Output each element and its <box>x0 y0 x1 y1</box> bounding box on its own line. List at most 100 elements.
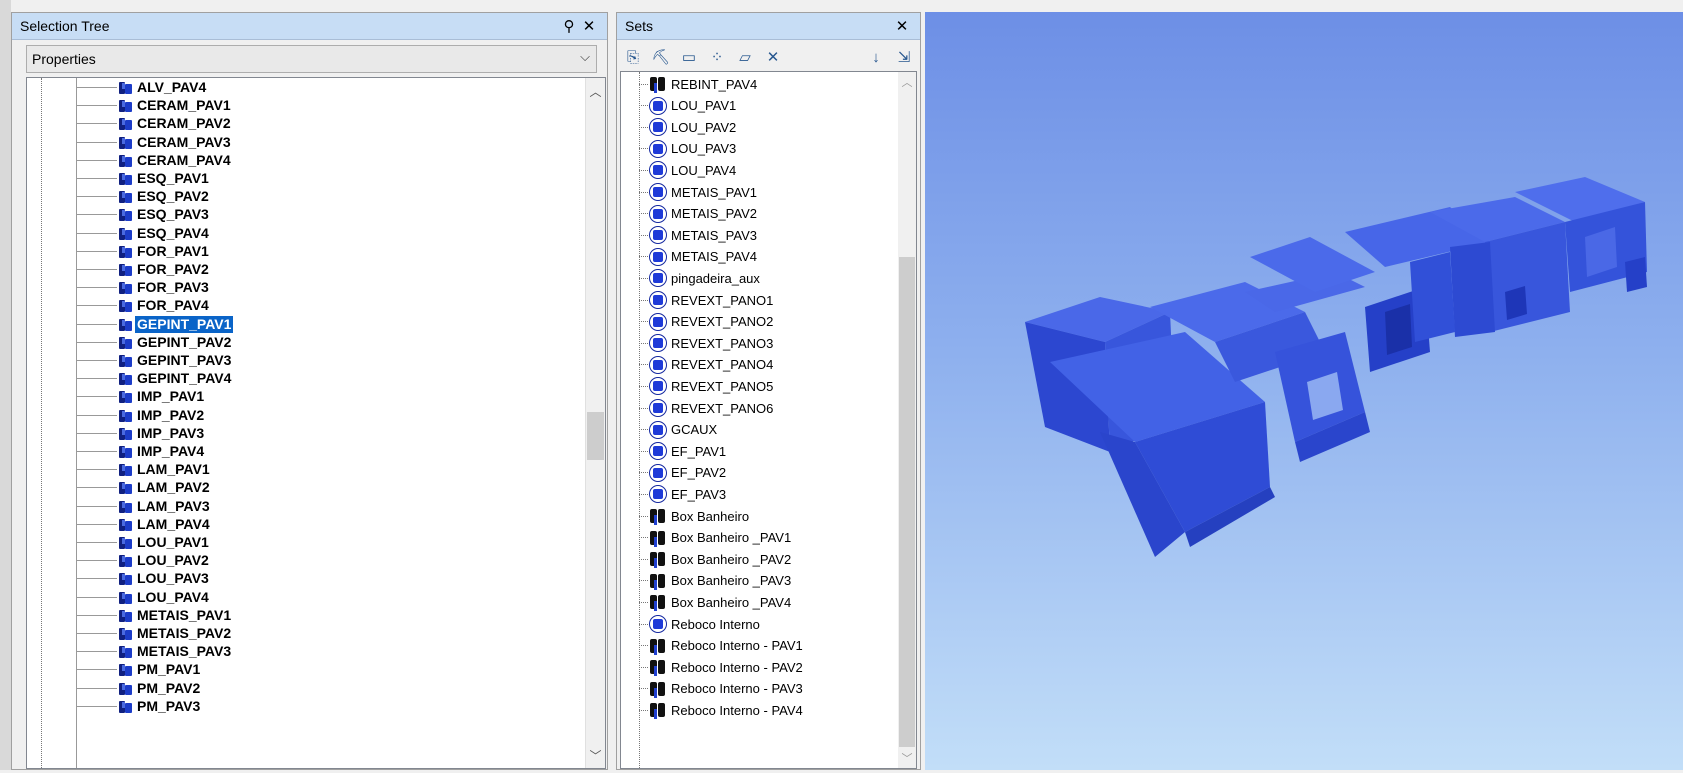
pin-icon[interactable]: ⚲ <box>559 16 579 36</box>
duplicate-icon[interactable]: ⁘ <box>705 46 729 68</box>
close-icon[interactable]: ✕ <box>579 16 599 36</box>
tree-item[interactable]: PM_PAV3 <box>77 697 202 716</box>
tree-item[interactable]: LOU_PAV2 <box>77 551 211 570</box>
set-item[interactable]: METAIS_PAV3 <box>639 224 757 246</box>
save-selection-icon[interactable]: ⎘ <box>621 46 645 68</box>
set-item[interactable]: REVEXT_PANO2 <box>639 311 773 333</box>
tree-item[interactable]: FOR_PAV4 <box>77 296 211 315</box>
tree-item-label: FOR_PAV1 <box>137 242 209 259</box>
set-item[interactable]: METAIS_PAV1 <box>639 181 757 203</box>
set-item[interactable]: LOU_PAV1 <box>639 95 736 117</box>
tree-scrollbar[interactable]: ︿ ﹀ <box>585 78 605 768</box>
set-item[interactable]: LOU_PAV3 <box>639 138 736 160</box>
set-item[interactable]: EF_PAV3 <box>639 483 726 505</box>
tree-item[interactable]: PM_PAV1 <box>77 660 202 679</box>
set-item[interactable]: Box Banheiro <box>639 505 749 527</box>
scroll-thumb[interactable] <box>587 412 604 460</box>
set-item[interactable]: Reboco Interno - PAV1 <box>639 635 803 657</box>
set-item[interactable]: Reboco Interno - PAV4 <box>639 699 803 721</box>
tree-item[interactable]: LOU_PAV4 <box>77 588 211 607</box>
tree-connector <box>77 669 117 671</box>
set-item-label: Reboco Interno - PAV4 <box>671 702 803 718</box>
tree-item[interactable]: METAIS_PAV2 <box>77 624 233 643</box>
sets-list[interactable]: ︿ ﹀ REBINT_PAV4 LOU_PAV1 LOU_PAV2 LOU_PAV3 L… <box>620 71 917 769</box>
scroll-down-icon[interactable]: ﹀ <box>898 750 916 766</box>
set-item[interactable]: Box Banheiro _PAV2 <box>639 548 791 570</box>
set-item[interactable]: REBINT_PAV4 <box>639 73 757 95</box>
import-export-icon[interactable]: ⇲ <box>892 46 916 68</box>
tree-item[interactable]: LAM_PAV1 <box>77 460 212 479</box>
sets-scrollbar[interactable]: ︿ ﹀ <box>898 72 916 768</box>
set-item[interactable]: Box Banheiro _PAV1 <box>639 527 791 549</box>
tree-item[interactable]: IMP_PAV1 <box>77 387 206 406</box>
tree-item[interactable]: METAIS_PAV1 <box>77 606 233 625</box>
tree-item[interactable]: LOU_PAV3 <box>77 569 211 588</box>
tree-item[interactable]: GEPINT_PAV2 <box>77 333 233 352</box>
tree-item[interactable]: CERAM_PAV2 <box>77 114 233 133</box>
scroll-thumb[interactable] <box>899 257 915 747</box>
tree-item-label: LAM_PAV1 <box>137 461 210 478</box>
selection-set-icon <box>648 139 668 159</box>
sort-icon[interactable]: ↓ <box>864 46 888 68</box>
tree-item[interactable]: ESQ_PAV1 <box>77 169 211 188</box>
tree-item[interactable]: LAM_PAV3 <box>77 497 212 516</box>
property-set-icon <box>117 115 134 132</box>
save-search-icon[interactable]: ⛏ <box>649 46 673 68</box>
tree-item[interactable]: GEPINT_PAV4 <box>77 369 233 388</box>
tree-item[interactable]: FOR_PAV2 <box>77 260 211 279</box>
tree-item[interactable]: CERAM_PAV4 <box>77 151 233 170</box>
scroll-up-icon[interactable]: ︿ <box>586 82 605 100</box>
scroll-up-icon[interactable]: ︿ <box>898 74 916 90</box>
sets-panel: Sets ✕ ⎘ ⛏ ▭ ⁘ ▱ ✕ ↓ ⇲ ︿ ﹀ REBINT_PAV4 LO… <box>616 12 921 770</box>
tree-item[interactable]: IMP_PAV3 <box>77 424 206 443</box>
set-item[interactable]: METAIS_PAV2 <box>639 203 757 225</box>
tree-item[interactable]: FOR_PAV1 <box>77 242 211 261</box>
tree-item[interactable]: METAIS_PAV3 <box>77 642 233 661</box>
tree-item[interactable]: ESQ_PAV3 <box>77 205 211 224</box>
tree-connector <box>639 342 648 344</box>
set-item[interactable]: Box Banheiro _PAV3 <box>639 570 791 592</box>
tree-item[interactable]: CERAM_PAV1 <box>77 96 233 115</box>
set-item[interactable]: LOU_PAV2 <box>639 116 736 138</box>
tree-connector <box>77 487 117 489</box>
set-item-label: REVEXT_PANO3 <box>671 335 774 351</box>
set-item[interactable]: Reboco Interno - PAV2 <box>639 656 803 678</box>
set-item[interactable]: Reboco Interno - PAV3 <box>639 678 803 700</box>
delete-icon[interactable]: ✕ <box>761 46 785 68</box>
set-item[interactable]: REVEXT_PANO3 <box>639 332 773 354</box>
tree-item[interactable]: FOR_PAV3 <box>77 278 211 297</box>
add-comment-icon[interactable]: ▱ <box>733 46 757 68</box>
set-item[interactable]: GCAUX <box>639 419 717 441</box>
tree-item[interactable]: LOU_PAV1 <box>77 533 211 552</box>
set-item[interactable]: REVEXT_PANO5 <box>639 375 773 397</box>
property-set-icon <box>117 589 134 606</box>
tree-item[interactable]: ESQ_PAV4 <box>77 224 211 243</box>
tree-mode-dropdown[interactable]: Properties ⌵ <box>26 45 597 73</box>
tree-item[interactable]: GEPINT_PAV3 <box>77 351 233 370</box>
3d-viewport[interactable] <box>925 12 1683 770</box>
selection-set-icon <box>648 441 668 461</box>
set-item[interactable]: REVEXT_PANO6 <box>639 397 773 419</box>
selection-tree-list[interactable]: ︿ ﹀ ALV_PAV4 CERAM_PAV1 CERAM_PAV2 CERAM_PA… <box>26 77 606 769</box>
tree-item[interactable]: LAM_PAV4 <box>77 515 212 534</box>
close-icon[interactable]: ✕ <box>892 16 912 36</box>
tree-item[interactable]: CERAM_PAV3 <box>77 133 233 152</box>
set-item[interactable]: METAIS_PAV4 <box>639 246 757 268</box>
tree-item[interactable]: ESQ_PAV2 <box>77 187 211 206</box>
new-folder-icon[interactable]: ▭ <box>677 46 701 68</box>
scroll-down-icon[interactable]: ﹀ <box>586 746 605 764</box>
set-item[interactable]: Box Banheiro _PAV4 <box>639 591 791 613</box>
tree-item[interactable]: GEPINT_PAV1 <box>77 314 235 334</box>
set-item[interactable]: LOU_PAV4 <box>639 159 736 181</box>
tree-item[interactable]: ALV_PAV4 <box>77 78 208 97</box>
tree-item[interactable]: PM_PAV2 <box>77 679 202 698</box>
set-item[interactable]: Reboco Interno <box>639 613 760 635</box>
set-item[interactable]: EF_PAV2 <box>639 462 726 484</box>
set-item[interactable]: REVEXT_PANO1 <box>639 289 773 311</box>
tree-item[interactable]: IMP_PAV4 <box>77 442 206 461</box>
tree-item[interactable]: LAM_PAV2 <box>77 478 212 497</box>
set-item[interactable]: EF_PAV1 <box>639 440 726 462</box>
tree-item[interactable]: IMP_PAV2 <box>77 406 206 425</box>
set-item[interactable]: REVEXT_PANO4 <box>639 354 773 376</box>
set-item[interactable]: pingadeira_aux <box>639 267 760 289</box>
